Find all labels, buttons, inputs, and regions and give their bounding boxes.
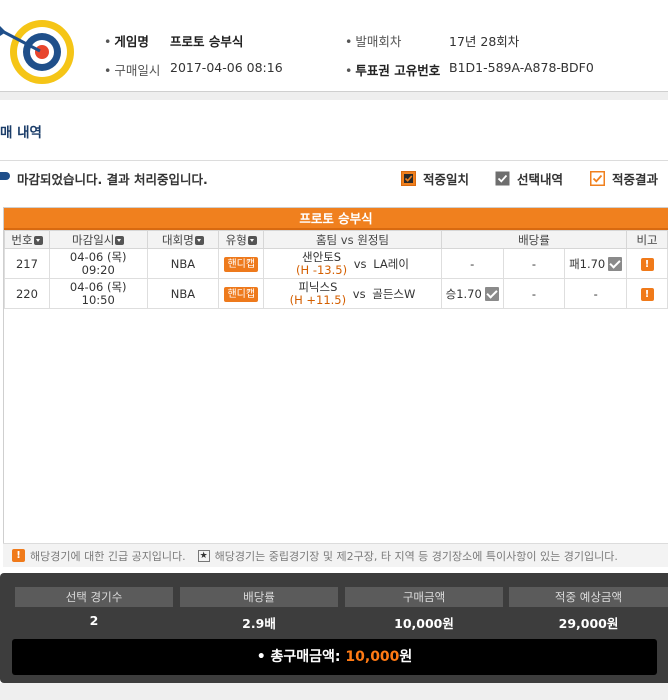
ticket-id-row: 투표권 고유번호 B1D1-589A-A878-BDF0 — [345, 60, 594, 79]
total-label: 총구매금액: — [270, 649, 346, 665]
row-number: 217 — [4, 248, 50, 279]
game-name-label: 게임명 — [104, 34, 149, 49]
legend-result-label: 적중결과 — [612, 172, 659, 187]
col-deadline[interactable]: 마감일시 — [48, 230, 148, 249]
col-odds: 배당률 — [440, 230, 628, 249]
row-teams: 샌안토S (H -13.5) vs LA레이 — [263, 248, 442, 279]
vs-label: vs — [353, 256, 367, 271]
table-row: 220 04-06 (목) 10:50 NBA 핸디캡 피닉스S (H +11.5… — [4, 278, 668, 309]
header-separator — [0, 92, 668, 100]
urgent-notice-text: 해당경기에 대한 긴급 공지입니다. — [30, 549, 186, 563]
col-note: 비고 — [626, 230, 668, 249]
row-deadline: 04-06 (목) 09:20 — [48, 248, 148, 279]
ticket-id-label: 투표권 고유번호 — [345, 63, 440, 78]
ticket-header: 게임명 프로토 승부식 구매일시 2017-04-06 08:16 발매회차 1… — [0, 0, 668, 92]
star-icon: ★ — [197, 549, 210, 562]
hit-checkbox-icon — [401, 171, 416, 186]
divider — [0, 160, 668, 161]
legend-result: 적중결과 — [590, 169, 658, 188]
row-note[interactable]: ! — [626, 248, 668, 279]
selected-check-icon — [608, 257, 623, 271]
odds-draw[interactable]: - — [502, 278, 566, 309]
summary-expected: 29,000원 — [558, 616, 619, 631]
away-team: 골든스W — [372, 286, 416, 301]
legend-hit: 적중일치 — [401, 169, 469, 188]
summary-odds: 2.9배 — [242, 616, 276, 631]
row-note[interactable]: ! — [626, 278, 668, 309]
odds-win[interactable]: 승1.70 — [440, 278, 504, 309]
legend-selected-label: 선택내역 — [517, 172, 564, 187]
col-number[interactable]: 번호 — [4, 230, 50, 249]
selected-check-icon — [484, 287, 499, 301]
row-type: 핸디캡 — [218, 278, 265, 309]
purchase-time-label: 구매일시 — [104, 63, 160, 78]
away-team: LA레이 — [373, 256, 409, 271]
result-checkbox-icon — [590, 171, 605, 186]
legend-hit-label: 적중일치 — [423, 172, 470, 187]
alert-icon[interactable]: ! — [640, 288, 654, 301]
row-number: 220 — [4, 278, 50, 309]
game-name-row: 게임명 프로토 승부식 — [104, 31, 243, 50]
summary-head-games: 선택 경기수 — [15, 587, 173, 607]
selected-checkbox-icon — [495, 171, 510, 186]
purchase-summary: 선택 경기수 배당률 구매금액 적중 예상금액 2 2.9배 10,000원 2… — [0, 573, 668, 683]
status-message: 마감되었습니다. 결과 처리중입니다. — [17, 172, 208, 187]
section-title: 매 내역 — [0, 125, 42, 141]
row-league: NBA — [146, 248, 220, 279]
sort-icon — [33, 235, 43, 245]
notice-bar: ! 해당경기에 대한 긴급 공지입니다. ★ 해당경기는 중립경기장 및 제2구… — [3, 543, 668, 567]
total-purchase-bar: • 총구매금액: 10,000원 — [12, 639, 657, 675]
table-row: 217 04-06 (목) 09:20 NBA 핸디캡 샌안토S (H -13.5… — [4, 248, 668, 279]
vs-label: vs — [352, 286, 366, 301]
row-teams: 피닉스S (H +11.5) vs 골든스W — [263, 278, 442, 309]
home-team: 피닉스S — [298, 279, 338, 294]
alert-icon[interactable]: ! — [640, 258, 654, 271]
row-league: NBA — [146, 278, 220, 309]
summary-head-odds: 배당률 — [180, 587, 338, 607]
col-league[interactable]: 대회명 — [146, 230, 220, 249]
table-title: 프로토 승부식 — [4, 208, 668, 230]
purchase-time-row: 구매일시 2017-04-06 08:16 — [104, 60, 283, 79]
round-label: 발매회차 — [345, 34, 401, 49]
summary-head-expected: 적중 예상금액 — [509, 587, 668, 607]
sort-icon — [115, 235, 125, 245]
table-header-row: 번호 마감일시 대회명 유형 홈팀 vs 원정팀 배당률 비고 — [4, 230, 668, 249]
handicap-value: (H -13.5) — [296, 262, 348, 277]
summary-games: 2 — [89, 613, 99, 628]
game-name-value: 프로토 승부식 — [170, 34, 244, 49]
odds-lose[interactable]: - — [564, 278, 628, 309]
handicap-badge: 핸디캡 — [224, 256, 259, 272]
status-bullet-icon — [0, 172, 10, 180]
bet-table: 프로토 승부식 번호 마감일시 대회명 유형 홈팀 vs 원정팀 배당률 비고 … — [3, 207, 668, 567]
total-unit: 원 — [399, 649, 413, 665]
ticket-id-value: B1D1-589A-A878-BDF0 — [449, 60, 594, 75]
target-icon — [0, 20, 74, 84]
urgent-notice-icon: ! — [12, 549, 25, 562]
legend-selected: 선택내역 — [495, 169, 563, 188]
odds-draw[interactable]: - — [502, 248, 566, 279]
sort-icon — [194, 235, 204, 245]
col-type[interactable]: 유형 — [218, 230, 265, 249]
summary-amount: 10,000원 — [394, 616, 454, 631]
row-deadline: 04-06 (목) 10:50 — [48, 278, 148, 309]
round-row: 발매회차 17년 28회차 — [345, 31, 519, 50]
col-teams: 홈팀 vs 원정팀 — [263, 230, 442, 249]
bet-table-grid: 번호 마감일시 대회명 유형 홈팀 vs 원정팀 배당률 비고 217 04-0… — [4, 230, 668, 309]
total-amount: 10,000 — [345, 649, 400, 665]
sort-icon — [247, 235, 257, 245]
round-value: 17년 28회차 — [449, 34, 520, 49]
handicap-badge: 핸디캡 — [224, 286, 259, 302]
home-team: 샌안토S — [302, 249, 342, 264]
row-type: 핸디캡 — [218, 248, 265, 279]
purchase-time-value: 2017-04-06 08:16 — [170, 60, 283, 75]
summary-head-amount: 구매금액 — [345, 587, 503, 607]
bottom-band — [0, 683, 668, 700]
special-notice-text: 해당경기는 중립경기장 및 제2구장, 타 지역 등 경기장소에 특이사항이 있… — [214, 549, 618, 563]
odds-lose[interactable]: 패1.70 — [564, 248, 628, 279]
handicap-value: (H +11.5) — [289, 292, 347, 307]
odds-win[interactable]: - — [440, 248, 504, 279]
